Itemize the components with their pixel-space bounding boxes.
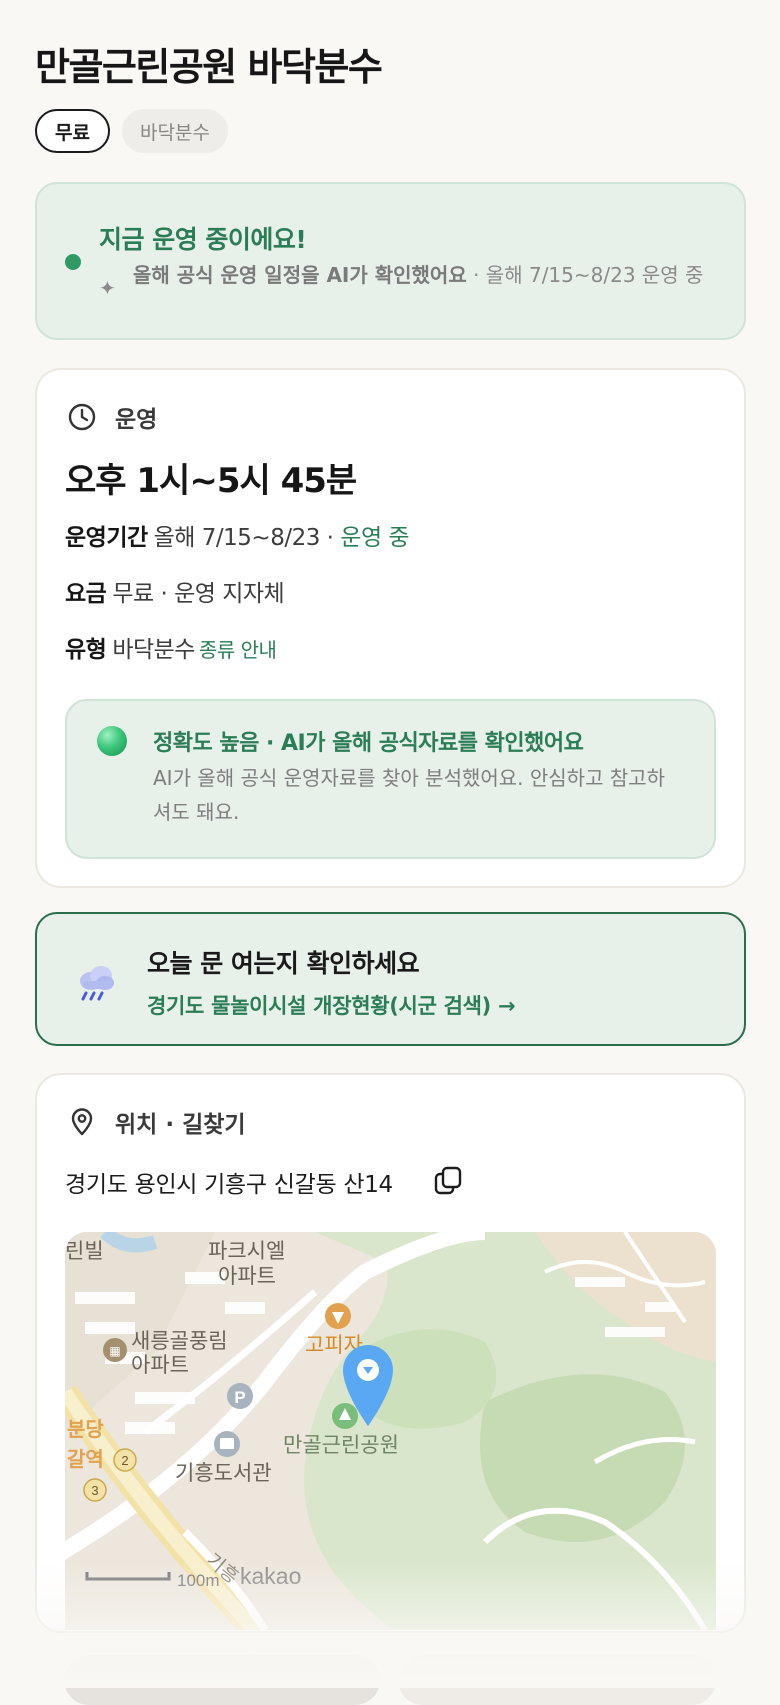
location-card: 위치 · 길찾기 경기도 용인시 기흥구 신갈동 산14 린빌 파크시엘 아파트…: [35, 1073, 746, 1633]
operating-hours: 오후 1시~5시 45분: [65, 461, 357, 501]
period-value: 올해 7/15~8/23 ·: [153, 525, 341, 551]
open-check-cta[interactable]: 오늘 문 여는지 확인하세요 경기도 물놀이시설 개장현황(시군 검색) →: [35, 912, 746, 1046]
location-pin-icon: [71, 1108, 93, 1136]
type-row: 유형 바닥분수 종류 안내: [65, 630, 277, 664]
map-label-parking: P: [234, 1388, 245, 1407]
cta-title: 오늘 문 여는지 확인하세요: [147, 949, 420, 978]
chip-type[interactable]: 바닥분수: [121, 109, 228, 153]
map-label-apt2: 새릉골풍림: [131, 1330, 228, 1353]
accuracy-description: AI가 올해 공식 운영자료를 찾아 분석했어요. 안심하고 참고하셔도 돼요.: [153, 766, 666, 824]
type-value: 바닥분수: [112, 637, 195, 663]
fee-value: 무료 · 운영 지자체: [112, 581, 285, 607]
status-banner: 지금 운영 중이에요! ✦ 올해 공식 운영 일정을 AI가 확인했어요 · 올…: [35, 182, 746, 340]
clock-icon: [68, 403, 96, 431]
page-title: 만골근린공원 바닥분수: [35, 45, 383, 89]
map-label-library: 기흥도서관: [175, 1462, 272, 1485]
status-sub-rest: · 올해 7/15~8/23 운영 중: [466, 263, 704, 287]
accuracy-box: 정확도 높음 · AI가 올해 공식자료를 확인했어요 AI가 올해 공식 운영…: [65, 699, 716, 859]
accuracy-orb-icon: [97, 726, 127, 756]
status-subtext: 올해 공식 운영 일정을 AI가 확인했어요 · 올해 7/15~8/23 운영…: [133, 261, 723, 290]
svg-text:▦: ▦: [109, 1344, 120, 1358]
map-label-apt1b: 아파트: [218, 1265, 276, 1288]
map-label-apt2b: 아파트: [131, 1354, 189, 1377]
map-label-num2: 2: [121, 1453, 128, 1468]
map-label-apt1: 파크시엘: [208, 1240, 285, 1263]
accuracy-title: 정확도 높음 · AI가 올해 공식자료를 확인했어요: [153, 731, 584, 756]
location-section-label: 위치 · 길찾기: [115, 1112, 246, 1138]
sparkle-icon: ✦: [99, 276, 116, 300]
map-label-park: 만골근린공원: [283, 1434, 399, 1457]
status-dot-icon: [65, 254, 81, 270]
map-label-station2: 갈역: [67, 1448, 104, 1471]
status-headline: 지금 운영 중이에요!: [99, 225, 307, 254]
bottom-fade: [0, 1560, 780, 1688]
hours-section-label: 운영: [115, 407, 158, 433]
address-text: 경기도 용인시 기흥구 신갈동 산14: [65, 1172, 393, 1198]
page: 만골근린공원 바닥분수 무료 바닥분수 지금 운영 중이에요! ✦ 올해 공식 …: [0, 0, 780, 1705]
type-guide-link[interactable]: 종류 안내: [199, 638, 277, 662]
map-label-bldg: 린빌: [65, 1240, 104, 1263]
copy-icon[interactable]: [432, 1165, 464, 1197]
map-label-station1: 분당: [67, 1418, 104, 1441]
fee-row: 요금 무료 · 운영 지자체: [65, 574, 285, 608]
cta-link[interactable]: 경기도 물놀이시설 개장현황(시군 검색) →: [147, 990, 516, 1020]
map-label-num3: 3: [91, 1483, 98, 1498]
status-sub-bold: 올해 공식 운영 일정을 AI가 확인했어요: [133, 263, 467, 287]
period-label: 운영기간: [65, 525, 148, 551]
type-label: 유형: [65, 637, 107, 663]
fee-label: 요금: [65, 581, 107, 607]
hours-card: 운영 오후 1시~5시 45분 운영기간 올해 7/15~8/23 · 운영 중 …: [35, 368, 746, 888]
chip-free[interactable]: 무료: [35, 109, 110, 153]
rain-cloud-icon: [80, 966, 114, 1001]
period-status: 운영 중: [340, 525, 410, 551]
period-row: 운영기간 올해 7/15~8/23 · 운영 중: [65, 518, 410, 552]
tag-chips: 무료 바닥분수: [35, 109, 228, 153]
